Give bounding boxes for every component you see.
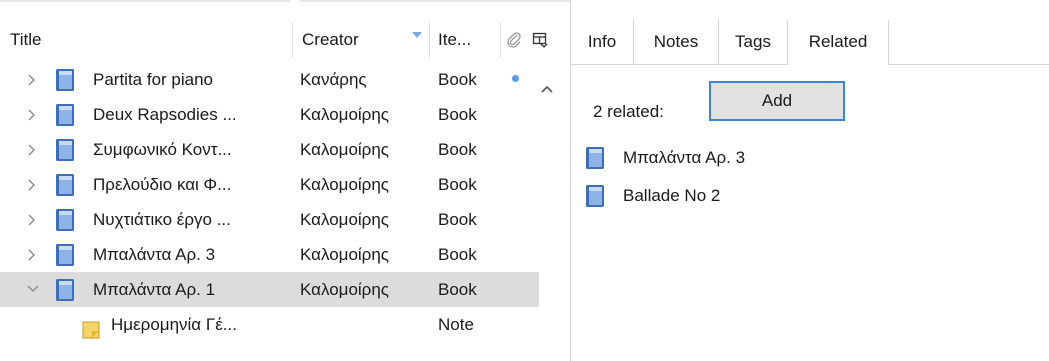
item-row[interactable]: Deux Rapsodies ... Καλομοίρης Book [0,97,570,132]
item-creator: Καλομοίρης [300,280,390,299]
chevron-down-icon[interactable] [27,285,39,293]
item-creator: Καλομοίρης [300,210,390,229]
chevron-right-icon[interactable] [28,249,36,261]
item-row[interactable]: Νυχτιάτικο έργο ... Καλομοίρης Book [0,202,570,237]
item-creator: Κανάρης [300,70,367,89]
chevron-right-icon[interactable] [28,74,36,86]
tab-notes[interactable]: Notes [634,20,718,64]
item-pane: Info Notes Tags Related 2 related: Add Μ… [571,0,1049,361]
item-type: Note [438,315,474,334]
tab-divider [888,20,889,64]
item-row[interactable]: Πρελούδιο και Φ... Καλομοίρης Book [0,167,570,202]
item-creator: Καλομοίρης [300,245,390,264]
tab-tags[interactable]: Tags [719,20,787,64]
item-row-selected[interactable]: Μπαλάντα Αρ. 1 Καλομοίρης Book [0,272,539,307]
paperclip-icon [507,32,521,48]
column-divider[interactable] [500,22,501,58]
item-row[interactable]: Μπαλάντα Αρ. 3 Καλομοίρης Book [0,237,570,272]
book-icon [585,146,605,182]
column-header-row: Title Creator Ite... [0,20,570,60]
column-divider[interactable] [429,22,430,58]
column-picker[interactable] [530,20,560,60]
child-note-row[interactable]: Ημερομηνία Γέ... Note [0,307,570,342]
tab-info-label: Info [587,32,617,51]
related-item-label: Ballade No 2 [623,186,721,205]
item-creator: Καλομοίρης [300,105,390,124]
tab-tags-label: Tags [735,32,771,51]
item-title: Partita for piano [93,70,214,89]
item-title: Μπαλάντα Αρ. 1 [93,280,216,299]
item-title: Νυχτιάτικο έργο ... [93,210,231,229]
column-picker-icon [532,32,548,48]
book-icon [585,184,605,220]
related-item-label: Μπαλάντα Αρ. 3 [623,148,746,167]
item-title: Ημερομηνία Γέ... [111,315,237,334]
column-header-attachments[interactable] [506,20,526,60]
item-title: Πρελούδιο και Φ... [93,175,232,194]
column-title-label: Title [10,30,42,49]
column-header-title[interactable]: Title [10,20,280,60]
tab-bar: Info Notes Tags Related [571,20,1049,65]
column-divider[interactable] [292,22,293,58]
chevron-right-icon[interactable] [28,144,36,156]
tab-info[interactable]: Info [571,20,633,64]
tab-related[interactable]: Related [788,20,888,65]
column-item-type-label: Ite... [438,30,472,49]
item-type: Book [438,175,477,194]
column-header-creator[interactable]: Creator [302,20,422,60]
item-title: Deux Rapsodies ... [93,105,237,124]
item-type: Book [438,245,477,264]
tab-related-label: Related [808,32,868,51]
item-type: Book [438,70,477,89]
item-title: Μπαλάντα Αρ. 3 [93,245,216,264]
item-type: Book [438,210,477,229]
item-title: Συμφωνικό Κοντ... [93,140,232,159]
item-row[interactable]: Partita for piano Κανάρης Book [0,62,570,97]
column-creator-label: Creator [302,30,359,49]
sort-descending-icon [412,32,422,38]
related-count: 2 related: [593,102,664,121]
top-border-right [300,0,570,2]
chevron-right-icon[interactable] [28,109,36,121]
attachment-dot-icon[interactable] [512,75,519,82]
item-type: Book [438,105,477,124]
chevron-right-icon[interactable] [28,214,36,226]
column-header-item-type[interactable]: Ite... [438,20,498,60]
item-creator: Καλομοίρης [300,140,390,159]
top-border-left [0,0,290,2]
items-pane: Title Creator Ite... Partita for piano Κ… [0,20,570,361]
add-related-button[interactable]: Add [709,81,845,121]
item-type: Book [438,280,477,299]
tab-notes-label: Notes [653,32,699,51]
item-creator: Καλομοίρης [300,175,390,194]
items-list: Partita for piano Κανάρης Book Deux Raps… [0,62,570,342]
item-row[interactable]: Συμφωνικό Κοντ... Καλομοίρης Book [0,132,570,167]
chevron-right-icon[interactable] [28,179,36,191]
item-type: Book [438,140,477,159]
note-icon [82,316,100,351]
